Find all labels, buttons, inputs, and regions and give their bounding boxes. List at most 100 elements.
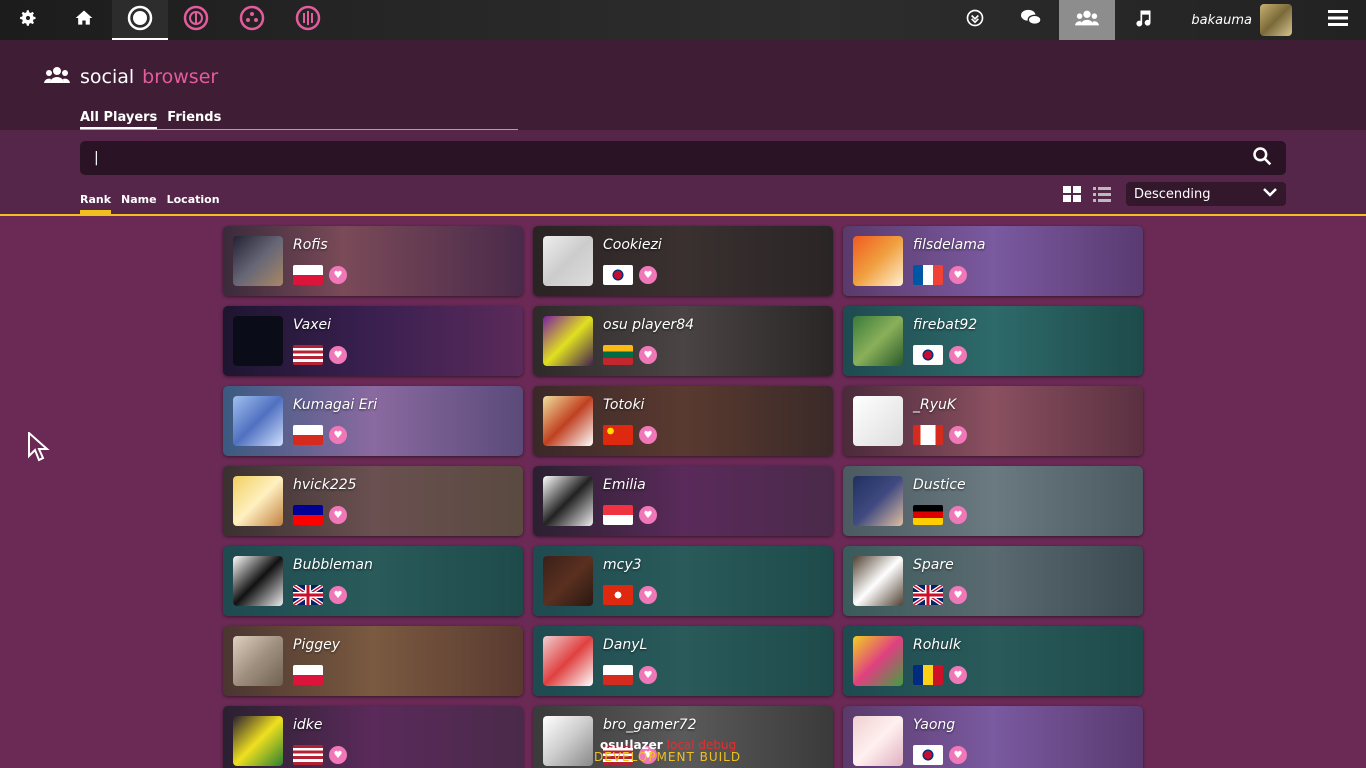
social-button[interactable] [1059, 0, 1116, 40]
country-flag-icon [293, 585, 323, 605]
country-flag-icon [293, 345, 323, 365]
taiko-ruleset-icon [183, 5, 209, 35]
heart-icon[interactable]: ♥ [949, 426, 967, 444]
title-sub: browser [142, 66, 219, 88]
osu-ruleset-icon [127, 5, 153, 35]
avatar [853, 236, 903, 286]
player-name: Cookiezi [603, 237, 662, 253]
player-card[interactable]: hvick225 ♥ [223, 466, 523, 536]
user-button[interactable]: bakauma [1171, 0, 1310, 40]
player-card[interactable]: Yaong ♥ [843, 706, 1143, 768]
heart-icon[interactable]: ♥ [639, 346, 657, 364]
mania-ruleset-button[interactable] [280, 0, 336, 40]
avatar [543, 476, 593, 526]
heart-icon[interactable]: ♥ [329, 426, 347, 444]
music-icon [1133, 8, 1153, 32]
download-icon [965, 8, 985, 32]
player-card[interactable]: Piggey [223, 626, 523, 696]
heart-icon[interactable]: ♥ [329, 506, 347, 524]
country-flag-icon [293, 505, 323, 525]
player-name: Rohulk [913, 637, 962, 653]
country-flag-icon [603, 425, 633, 445]
social-header: social browser All Players Friends [0, 40, 1366, 130]
menu-button[interactable] [1310, 0, 1366, 40]
title-main: social [80, 66, 135, 88]
chevron-down-icon [1262, 186, 1278, 202]
player-card[interactable]: Vaxei ♥ [223, 306, 523, 376]
tab-all-players[interactable]: All Players [80, 110, 158, 129]
player-card[interactable]: DanyL ♥ [533, 626, 833, 696]
heart-icon[interactable]: ♥ [949, 506, 967, 524]
player-card[interactable]: Cookiezi ♥ [533, 226, 833, 296]
avatar [853, 716, 903, 766]
view-toggle [1062, 185, 1122, 203]
player-card[interactable]: osu player84 ♥ [533, 306, 833, 376]
country-flag-icon [603, 585, 633, 605]
heart-icon[interactable]: ♥ [949, 586, 967, 604]
music-button[interactable] [1115, 0, 1171, 40]
search-icon[interactable] [1252, 146, 1272, 170]
toolbar: bakauma [0, 0, 1366, 40]
player-name: Kumagai Eri [293, 397, 378, 413]
player-card[interactable]: firebat92 ♥ [843, 306, 1143, 376]
heart-icon[interactable]: ♥ [329, 266, 347, 284]
player-card[interactable]: mcy3 ♥ [533, 546, 833, 616]
sort-tab-location[interactable]: Location [167, 193, 220, 214]
heart-icon[interactable]: ♥ [639, 586, 657, 604]
settings-button[interactable] [0, 0, 56, 40]
player-card[interactable]: Kumagai Eri ♥ [223, 386, 523, 456]
player-card[interactable]: Spare ♥ [843, 546, 1143, 616]
avatar [233, 636, 283, 686]
player-name: firebat92 [913, 317, 978, 333]
country-flag-icon [293, 265, 323, 285]
heart-icon[interactable]: ♥ [329, 746, 347, 764]
search-input[interactable] [94, 150, 1252, 166]
player-card[interactable]: Emilia ♥ [533, 466, 833, 536]
sort-tab-name[interactable]: Name [121, 193, 157, 214]
heart-icon[interactable]: ♥ [639, 506, 657, 524]
heart-icon[interactable]: ♥ [949, 266, 967, 284]
avatar [233, 316, 283, 366]
heart-icon[interactable]: ♥ [639, 666, 657, 684]
player-card[interactable]: Totoki ♥ [533, 386, 833, 456]
mouse-cursor-icon [28, 430, 52, 466]
heart-icon[interactable]: ♥ [949, 746, 967, 764]
download-button[interactable] [947, 0, 1003, 40]
player-card[interactable]: Dustice ♥ [843, 466, 1143, 536]
heart-icon[interactable]: ♥ [639, 266, 657, 284]
country-flag-icon [293, 425, 323, 445]
home-icon [74, 8, 94, 32]
sort-tabs: Rank Name Location [80, 193, 230, 214]
player-name: idke [293, 717, 323, 733]
avatar [543, 636, 593, 686]
chat-button[interactable] [1003, 0, 1059, 40]
player-card[interactable]: Rofis ♥ [223, 226, 523, 296]
sort-direction-dropdown[interactable]: Descending [1126, 182, 1286, 206]
player-card[interactable]: Rohulk ♥ [843, 626, 1143, 696]
taiko-ruleset-button[interactable] [168, 0, 224, 40]
heart-icon[interactable]: ♥ [639, 426, 657, 444]
dropdown-value: Descending [1134, 186, 1211, 202]
heart-icon[interactable]: ♥ [949, 666, 967, 684]
heart-icon[interactable]: ♥ [329, 346, 347, 364]
avatar [853, 396, 903, 446]
player-card[interactable]: Bubbleman ♥ [223, 546, 523, 616]
catch-ruleset-button[interactable] [224, 0, 280, 40]
country-flag-icon [603, 505, 633, 525]
country-flag-icon [603, 665, 633, 685]
tab-friends[interactable]: Friends [167, 110, 221, 129]
country-flag-icon [913, 505, 943, 525]
osu-ruleset-button[interactable] [112, 0, 168, 40]
player-card[interactable]: idke ♥ [223, 706, 523, 768]
player-name: Rofis [293, 237, 328, 253]
player-name: Spare [913, 557, 954, 573]
gear-icon [18, 8, 38, 32]
player-card[interactable]: filsdelama ♥ [843, 226, 1143, 296]
home-button[interactable] [56, 0, 112, 40]
sort-tab-rank[interactable]: Rank [80, 193, 112, 214]
heart-icon[interactable]: ♥ [949, 346, 967, 364]
list-view-icon[interactable] [1092, 185, 1112, 203]
heart-icon[interactable]: ♥ [329, 586, 347, 604]
player-card[interactable]: _RyuK ♥ [843, 386, 1143, 456]
grid-view-icon[interactable] [1062, 185, 1082, 203]
